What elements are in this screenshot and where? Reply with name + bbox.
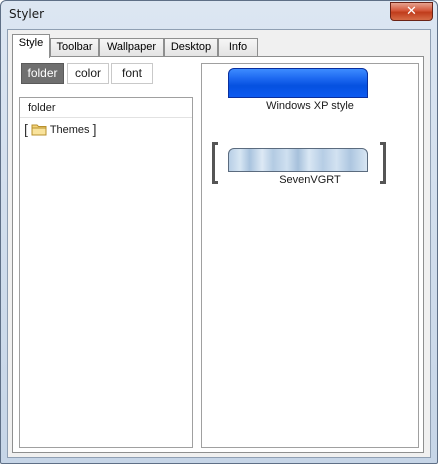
- style-panel: folder color font folder [ Themes ] Wind…: [12, 56, 424, 453]
- tab-desktop[interactable]: Desktop: [164, 38, 218, 57]
- tab-wallpaper[interactable]: Wallpaper: [99, 38, 164, 57]
- folder-icon: [31, 124, 47, 136]
- tree-header: folder: [20, 98, 192, 118]
- tab-toolbar[interactable]: Toolbar: [50, 38, 99, 57]
- subtab-font[interactable]: font: [111, 63, 153, 84]
- tab-style[interactable]: Style: [12, 34, 50, 58]
- subtab-color[interactable]: color: [67, 63, 109, 84]
- style-label: Windows XP style: [266, 100, 354, 112]
- bracket-right-icon: ]: [92, 121, 97, 137]
- title-bar[interactable]: Styler ✕: [1, 1, 437, 29]
- xp-style-swatch[interactable]: [228, 68, 368, 98]
- client-area: Style Toolbar Wallpaper Desktop Info fol…: [7, 29, 431, 458]
- close-button[interactable]: ✕: [390, 2, 433, 21]
- folder-tree[interactable]: folder [ Themes ]: [19, 97, 193, 448]
- style-label: SevenVGRT: [279, 174, 341, 186]
- styler-window: Styler ✕ Style Toolbar Wallpaper Desktop…: [0, 0, 438, 464]
- subtab-folder[interactable]: folder: [21, 63, 64, 84]
- close-icon: ✕: [406, 4, 417, 19]
- window-title: Styler: [9, 7, 45, 21]
- bracket-left-icon: [: [24, 121, 28, 137]
- sevenvgrt-style-swatch[interactable]: [228, 148, 368, 172]
- style-preview-list: Windows XP style SevenVGRT: [201, 63, 419, 448]
- tree-item-label: Themes: [49, 124, 90, 136]
- tab-info[interactable]: Info: [218, 38, 258, 57]
- tree-item-themes[interactable]: [ Themes ]: [24, 122, 97, 138]
